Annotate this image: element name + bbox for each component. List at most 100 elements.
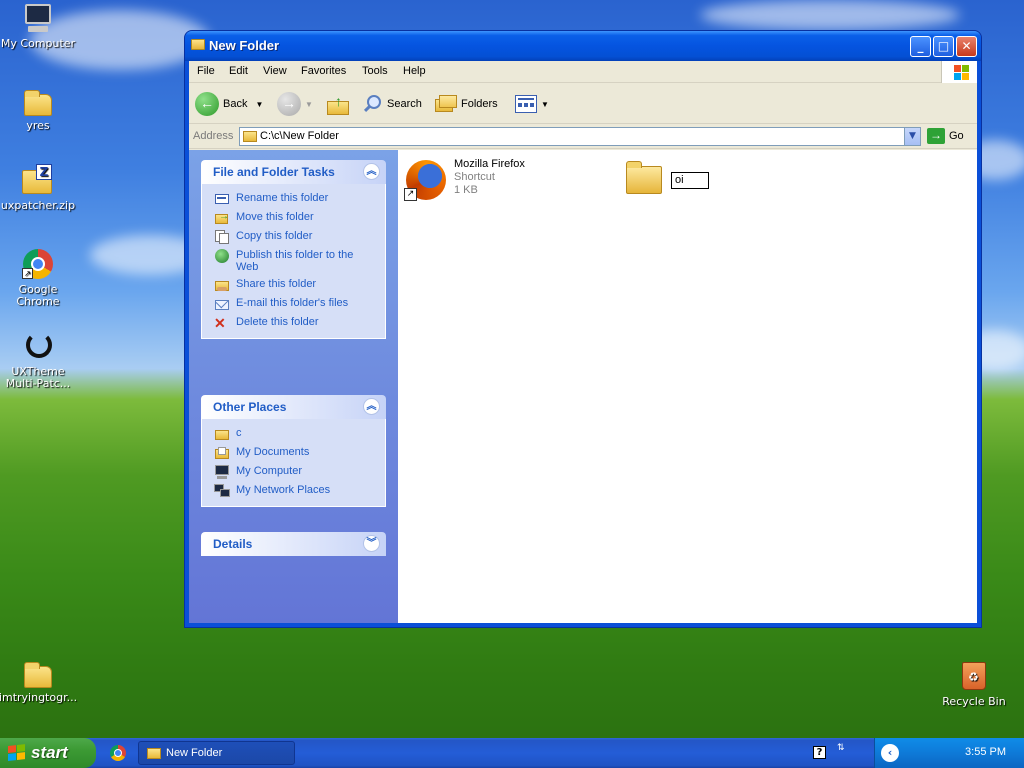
my-documents-icon xyxy=(214,446,230,460)
address-label: Address xyxy=(193,130,234,142)
panel-body: c My Documents My Computer My Network Pl… xyxy=(201,419,386,507)
place-c[interactable]: c xyxy=(214,427,377,441)
desktop-icon-google-chrome[interactable]: ↗ Google Chrome xyxy=(0,248,78,308)
search-label: Search xyxy=(387,98,422,110)
new-folder-item[interactable] xyxy=(626,160,664,196)
place-my-documents[interactable]: My Documents xyxy=(214,446,377,460)
file-item-firefox[interactable]: ↗ Mozilla Firefox Shortcut 1 KB xyxy=(404,158,525,202)
file-view: ↗ Mozilla Firefox Shortcut 1 KB oi xyxy=(398,150,977,623)
folder-icon xyxy=(24,90,52,116)
forward-arrow-icon: → xyxy=(277,92,301,116)
rename-icon xyxy=(214,192,230,206)
window-title: New Folder xyxy=(209,38,280,53)
network-icon[interactable]: ⇅ xyxy=(837,744,849,760)
menu-favorites[interactable]: Favorites xyxy=(301,65,346,77)
up-folder-icon: ↑ xyxy=(327,93,349,115)
back-arrow-icon: ← xyxy=(195,92,219,116)
search-button[interactable]: Search xyxy=(363,90,422,118)
task-delete-folder[interactable]: ✕ Delete this folder xyxy=(214,316,377,330)
menu-help[interactable]: Help xyxy=(403,65,426,77)
move-icon: → xyxy=(214,211,230,225)
network-places-icon xyxy=(214,484,230,498)
maximize-button[interactable]: □ xyxy=(933,36,954,57)
explorer-window: New Folder _ □ ✕ File Edit View Favorite… xyxy=(184,30,982,628)
folder-tab xyxy=(626,161,642,168)
my-computer-icon xyxy=(22,2,54,34)
views-button[interactable]: ▼ xyxy=(515,90,549,118)
folders-icon xyxy=(435,95,457,113)
recycle-bin-icon: ♻ xyxy=(958,660,990,692)
back-label: Back xyxy=(223,98,248,110)
place-my-computer[interactable]: My Computer xyxy=(214,465,377,479)
taskbar: start New Folder ? ⇅ ‹ 3:55 PM xyxy=(0,738,1024,768)
taskbar-button-label: New Folder xyxy=(166,747,223,759)
file-folder-tasks-panel: File and Folder Tasks ︽ Rename this fold… xyxy=(201,160,386,339)
expand-icon[interactable]: ︾ xyxy=(363,535,380,552)
forward-button[interactable]: → ▼ xyxy=(277,90,313,118)
task-pane: File and Folder Tasks ︽ Rename this fold… xyxy=(189,150,398,623)
menu-edit[interactable]: Edit xyxy=(229,65,248,77)
menu-tools[interactable]: Tools xyxy=(362,65,388,77)
desktop-icon-my-computer[interactable]: My Computer xyxy=(0,2,78,50)
panel-title: Other Places xyxy=(213,400,287,414)
start-label: start xyxy=(31,743,68,762)
collapse-icon[interactable]: ︽ xyxy=(363,398,380,415)
address-input[interactable]: C:\c\New Folder ▼ xyxy=(239,127,921,146)
other-places-panel: Other Places ︽ c My Documents My Compute… xyxy=(201,395,386,507)
collapse-icon[interactable]: ︽ xyxy=(363,163,380,180)
windows-logo-icon xyxy=(941,61,977,83)
start-button[interactable]: start xyxy=(0,738,96,768)
file-name: Mozilla Firefox xyxy=(454,158,525,170)
task-publish-folder[interactable]: Publish this folder to the Web xyxy=(214,249,377,273)
go-button[interactable]: → Go xyxy=(927,128,964,144)
task-rename-folder[interactable]: Rename this folder xyxy=(214,192,377,206)
desktop-icon-yres[interactable]: yres xyxy=(0,88,78,132)
desktop-icon-label: Google Chrome xyxy=(16,283,60,308)
up-folder-button[interactable]: ↑ xyxy=(327,90,349,118)
panel-header[interactable]: Details ︾ xyxy=(201,532,386,556)
rename-input[interactable]: oi xyxy=(671,172,709,189)
help-icon[interactable]: ? xyxy=(813,746,826,759)
email-icon xyxy=(214,295,230,311)
task-email-files[interactable]: E-mail this folder's files xyxy=(214,295,377,311)
clock: 3:55 PM xyxy=(965,746,1006,758)
back-button[interactable]: ← Back ▼ xyxy=(195,90,263,118)
chrome-icon: ↗ xyxy=(22,248,54,280)
desktop-icon-uxpatcher[interactable]: Z uxpatcher.zip xyxy=(0,164,78,212)
quicklaunch-chrome-icon[interactable] xyxy=(110,745,126,761)
panel-title: File and Folder Tasks xyxy=(213,165,335,179)
chevron-down-icon[interactable]: ▼ xyxy=(255,100,263,109)
menu-file[interactable]: File xyxy=(197,65,215,77)
folder-icon xyxy=(191,39,205,50)
menu-view[interactable]: View xyxy=(263,65,287,77)
task-move-folder[interactable]: → Move this folder xyxy=(214,211,377,225)
task-copy-folder[interactable]: Copy this folder xyxy=(214,230,377,244)
folder-icon xyxy=(147,747,161,759)
chevron-down-icon[interactable]: ▼ xyxy=(305,100,313,109)
desktop-icon-label: My Computer xyxy=(0,37,76,50)
minimize-button[interactable]: _ xyxy=(910,36,931,57)
task-label: Copy this folder xyxy=(236,230,313,242)
panel-title: Details xyxy=(213,537,253,551)
desktop-icon-recycle-bin[interactable]: ♻ Recycle Bin xyxy=(934,660,1014,708)
go-arrow-icon: → xyxy=(927,128,945,144)
address-dropdown-icon[interactable]: ▼ xyxy=(904,128,920,145)
desktop-icon-folder[interactable]: imtryingtogr... xyxy=(0,660,78,704)
place-my-network-places[interactable]: My Network Places xyxy=(214,484,377,498)
folders-button[interactable]: Folders xyxy=(435,90,498,118)
tray-collapse-icon[interactable]: ‹ xyxy=(881,744,899,762)
file-type: Shortcut xyxy=(454,171,495,183)
close-button[interactable]: ✕ xyxy=(956,36,977,57)
place-label: My Network Places xyxy=(236,484,331,496)
title-bar[interactable]: New Folder _ □ ✕ xyxy=(185,31,981,61)
panel-header[interactable]: File and Folder Tasks ︽ xyxy=(201,160,386,184)
taskbar-button-new-folder[interactable]: New Folder xyxy=(138,741,295,765)
desktop-icon-uxtheme[interactable]: UXTheme Multi-Patc... xyxy=(0,330,78,390)
task-label: Delete this folder xyxy=(236,316,319,328)
panel-header[interactable]: Other Places ︽ xyxy=(201,395,386,419)
desktop-icon-label: Recycle Bin xyxy=(942,695,1006,708)
task-share-folder[interactable]: Share this folder xyxy=(214,278,377,292)
delete-icon: ✕ xyxy=(214,315,226,331)
folder-icon xyxy=(214,427,230,441)
file-meta: Mozilla Firefox Shortcut 1 KB xyxy=(454,158,525,202)
